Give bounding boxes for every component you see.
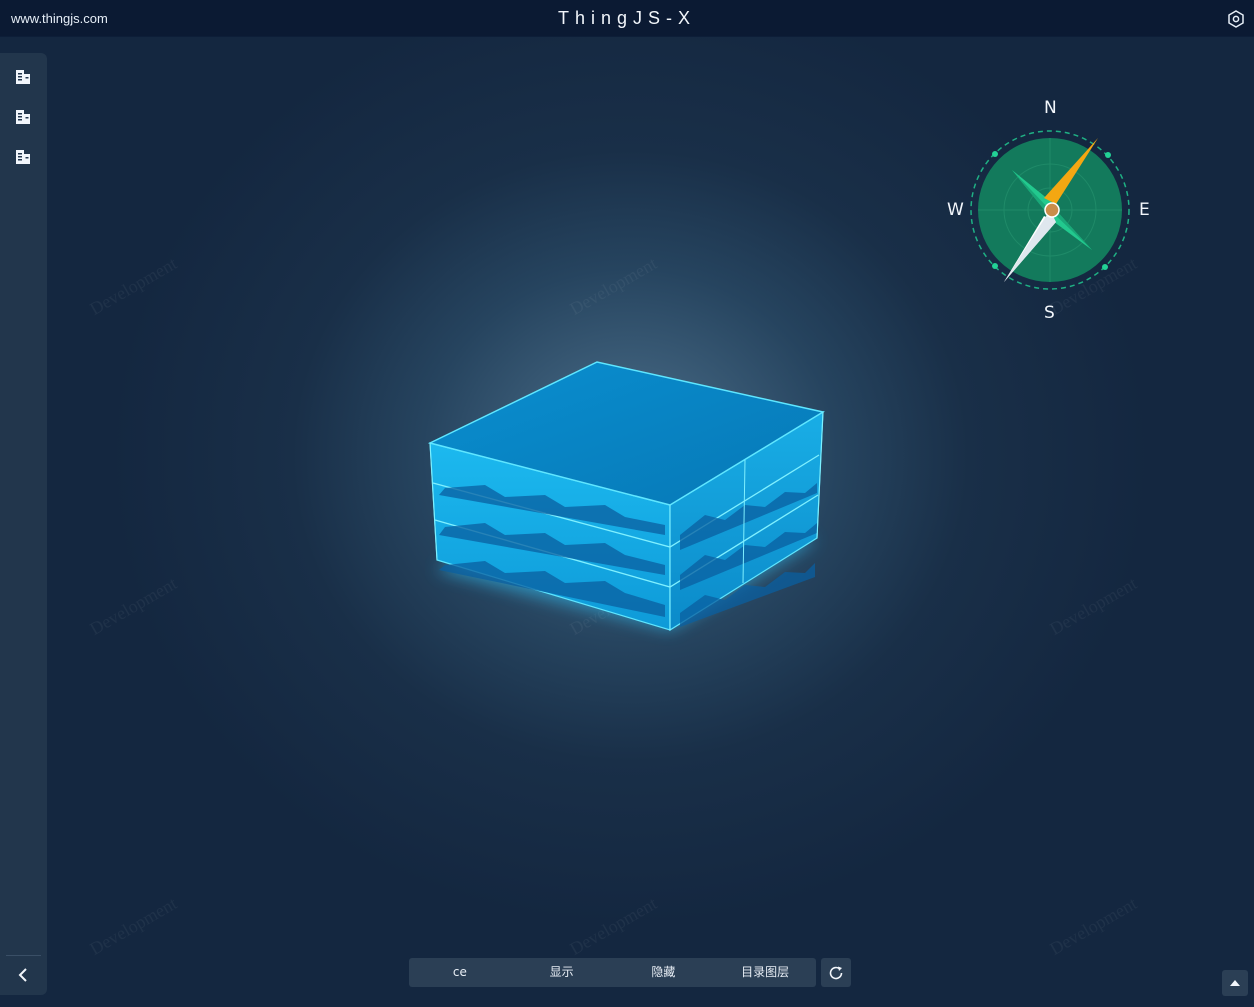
refresh-button[interactable] <box>821 958 851 987</box>
app-title: ThingJS-X <box>557 8 697 28</box>
toolbar-button-show[interactable]: 显示 <box>511 958 613 987</box>
chevron-left-icon <box>18 968 27 982</box>
building-icon <box>16 70 30 84</box>
building-icon <box>16 150 30 164</box>
compass-west-label: W <box>947 200 964 220</box>
settings-button[interactable] <box>1227 10 1245 28</box>
sidebar-item-building-3[interactable] <box>13 147 33 167</box>
watermark: Development <box>86 253 181 319</box>
sidebar-collapse-button[interactable] <box>14 966 32 984</box>
top-bar: www.thingjs.com ThingJS-X <box>0 0 1254 37</box>
scroll-up-button[interactable] <box>1222 970 1248 996</box>
watermark: Development <box>1046 893 1141 959</box>
watermark: Development <box>1046 573 1141 639</box>
toolbar-button-hide[interactable]: 隐藏 <box>613 958 715 987</box>
settings-icon <box>1228 10 1244 28</box>
compass-south-label: S <box>1044 303 1055 323</box>
watermark: Development <box>566 893 661 959</box>
sidebar-divider <box>6 955 41 956</box>
building-icon <box>16 110 30 124</box>
watermark: Development <box>86 573 181 639</box>
toolbar-button-layers[interactable]: 目录图层 <box>714 958 816 987</box>
sidebar-item-building-2[interactable] <box>13 107 33 127</box>
compass-north-label: N <box>1044 98 1057 118</box>
compass-widget[interactable]: N E S W <box>942 92 1162 328</box>
building-model[interactable] <box>425 355 830 685</box>
left-sidebar <box>0 53 47 995</box>
compass-dial <box>970 130 1130 290</box>
watermark: Development <box>566 253 661 319</box>
arrow-up-icon <box>1230 980 1240 986</box>
compass-east-label: E <box>1139 200 1150 220</box>
sidebar-item-building-1[interactable] <box>13 67 33 87</box>
bottom-toolbar: ce 显示 隐藏 目录图层 <box>409 958 816 987</box>
refresh-icon <box>829 966 843 979</box>
watermark: Development <box>86 893 181 959</box>
toolbar-button-ce[interactable]: ce <box>409 958 511 987</box>
